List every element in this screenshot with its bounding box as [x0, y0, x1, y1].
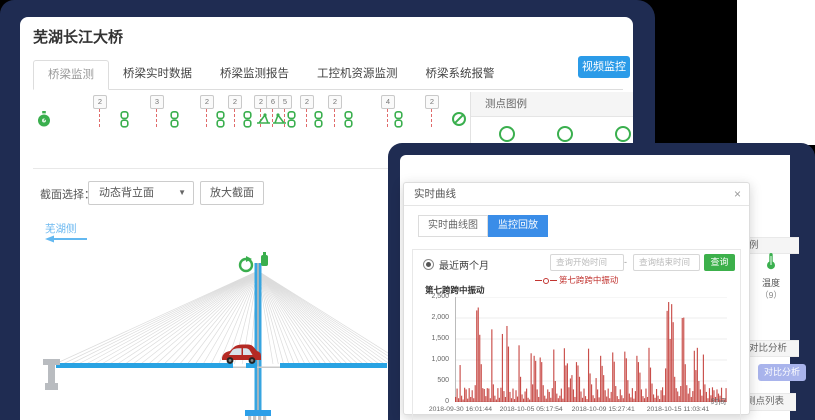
page-title: 芜湖长江大桥: [33, 26, 123, 47]
y-axis-tick-label: 2,500: [419, 293, 449, 300]
close-icon[interactable]: ×: [734, 183, 741, 205]
left-arrow-icon: [45, 235, 89, 243]
chain-icon[interactable]: [313, 111, 327, 128]
sensor-position-dash: [206, 109, 207, 127]
ban-icon[interactable]: [451, 111, 465, 128]
tower-foundation: [245, 410, 271, 420]
date-range-separator: -: [624, 257, 627, 267]
sensor-position-dash: [234, 109, 235, 127]
recent-two-months-radio[interactable]: [423, 259, 434, 270]
x-axis-tick-label: 2018-09-30 16:01:44: [429, 406, 492, 413]
video-monitor-button[interactable]: 视频监控: [578, 56, 630, 78]
start-time-input[interactable]: 查询开始时间: [550, 254, 624, 271]
sensor-position-dash: [306, 109, 307, 127]
sensor-count-badge: 2: [300, 95, 314, 109]
chain-icon[interactable]: [242, 111, 256, 128]
chain-icon[interactable]: [393, 111, 407, 128]
vibration-chart: 第七跨跨中振动 05001,0001,5002,0002,500 2018-09…: [419, 284, 736, 420]
sensor-position-dash: [99, 109, 100, 127]
sensor-count-badge: 3: [150, 95, 164, 109]
thermometer-icon: [765, 252, 777, 270]
dialog-tab-0[interactable]: 实时曲线图: [418, 215, 488, 237]
sensor-position-dash: [284, 109, 285, 127]
sensor-position-dash: [431, 109, 432, 127]
tower-sensor-icons[interactable]: [240, 252, 268, 271]
dialog-chart-box: 最近两个月 查询开始时间 - 查询结束时间 查询 第七跨跨中振动 第七跨跨中振动…: [412, 249, 741, 420]
x-axis-tick-label: 2018-10-05 05:17:54: [500, 406, 563, 413]
realtime-curve-dialog: 实时曲线 × 实时曲线图监控回放 最近两个月 查询开始时间 - 查询结束时间 查…: [403, 182, 750, 415]
screenshot-stage: 芜湖长江大桥 桥梁监测桥梁实时数据桥梁监测报告工控机资源监测桥梁系统报警 视频监…: [0, 0, 815, 420]
recent-two-months-label: 最近两个月: [439, 257, 489, 272]
y-axis-tick-label: 1,500: [419, 335, 449, 342]
sensor-count-badge: 2: [328, 95, 342, 109]
compare-analysis-button[interactable]: 对比分析: [758, 364, 806, 381]
bearing-left-icon[interactable]: [256, 111, 270, 128]
sensor-position-dash: [156, 109, 157, 127]
section-select[interactable]: 动态背立面 ▼: [88, 181, 194, 205]
sensor-count-badge: 2: [425, 95, 439, 109]
chain-icon[interactable]: [169, 111, 183, 128]
chain-icon[interactable]: [286, 111, 300, 128]
y-axis-tick-label: 1,000: [419, 356, 449, 363]
legend-marker-line: [550, 280, 557, 281]
query-button[interactable]: 查询: [704, 254, 735, 271]
main-tab-3[interactable]: 工控机资源监测: [303, 60, 412, 88]
sensor-position-dash: [334, 109, 335, 127]
y-axis-tick-label: 500: [419, 377, 449, 384]
sensor-count-badge: 4: [381, 95, 395, 109]
legend-marker-dot: [543, 278, 549, 284]
dialog-tab-1[interactable]: 监控回放: [488, 215, 548, 237]
chain-icon[interactable]: [215, 111, 229, 128]
bridge-pier: [43, 359, 60, 390]
chart-plot-area: [455, 297, 727, 402]
sensor-position-dash: [387, 109, 388, 127]
temperature-label: 温度: [752, 276, 790, 289]
y-axis-tick-label: 2,000: [419, 314, 449, 321]
section-select-label: 截面选择：: [40, 186, 95, 202]
section-select-value: 动态背立面: [99, 187, 154, 199]
chain-icon[interactable]: [343, 111, 357, 128]
sensor-count-badge: 5: [278, 95, 292, 109]
gauge-icon[interactable]: [37, 111, 51, 128]
main-tab-0[interactable]: 桥梁监测: [33, 60, 109, 90]
bridge-side-label: 芜湖侧: [45, 221, 77, 236]
bridge-diagram: [33, 245, 413, 420]
x-axis-tick-label: 2018-10-15 11:03:41: [647, 406, 710, 413]
chain-icon[interactable]: [119, 111, 133, 128]
x-axis-tick-label: 2018-10-09 15:27:41: [572, 406, 635, 413]
legend-panel-title: 测点图例: [471, 92, 633, 117]
temperature-count: （9）: [752, 289, 790, 301]
x-axis-title: 时间: [711, 396, 726, 407]
legend-sensor-icon: [499, 126, 515, 142]
legend-marker-line: [535, 280, 542, 281]
sensor-strip: 23222652242: [20, 89, 470, 135]
dialog-title: 实时曲线: [414, 188, 456, 200]
main-tab-1[interactable]: 桥梁实时数据: [109, 60, 206, 88]
y-axis-tick-label: 0: [419, 398, 449, 405]
sensor-count-badge: 2: [228, 95, 242, 109]
main-tab-2[interactable]: 桥梁监测报告: [206, 60, 303, 88]
chevron-down-icon: ▼: [178, 182, 186, 204]
sidebar-temperature-item[interactable]: 温度 （9）: [752, 252, 790, 301]
background-white-area: [737, 0, 815, 145]
legend-sensor-icon: [615, 126, 631, 142]
zoom-section-button[interactable]: 放大截面: [200, 181, 264, 205]
legend-sensor-icon: [557, 126, 573, 142]
sensor-count-badge: 2: [93, 95, 107, 109]
bridge-deck: [56, 363, 387, 368]
dialog-header: 实时曲线 ×: [404, 183, 749, 206]
end-time-input[interactable]: 查询结束时间: [633, 254, 700, 271]
main-tabs-bar: 桥梁监测桥梁实时数据桥梁监测报告工控机资源监测桥梁系统报警: [33, 60, 623, 90]
dialog-tabs: 实时曲线图监控回放: [418, 215, 548, 237]
sensor-count-badge: 2: [200, 95, 214, 109]
main-tab-4[interactable]: 桥梁系统报警: [412, 60, 509, 88]
